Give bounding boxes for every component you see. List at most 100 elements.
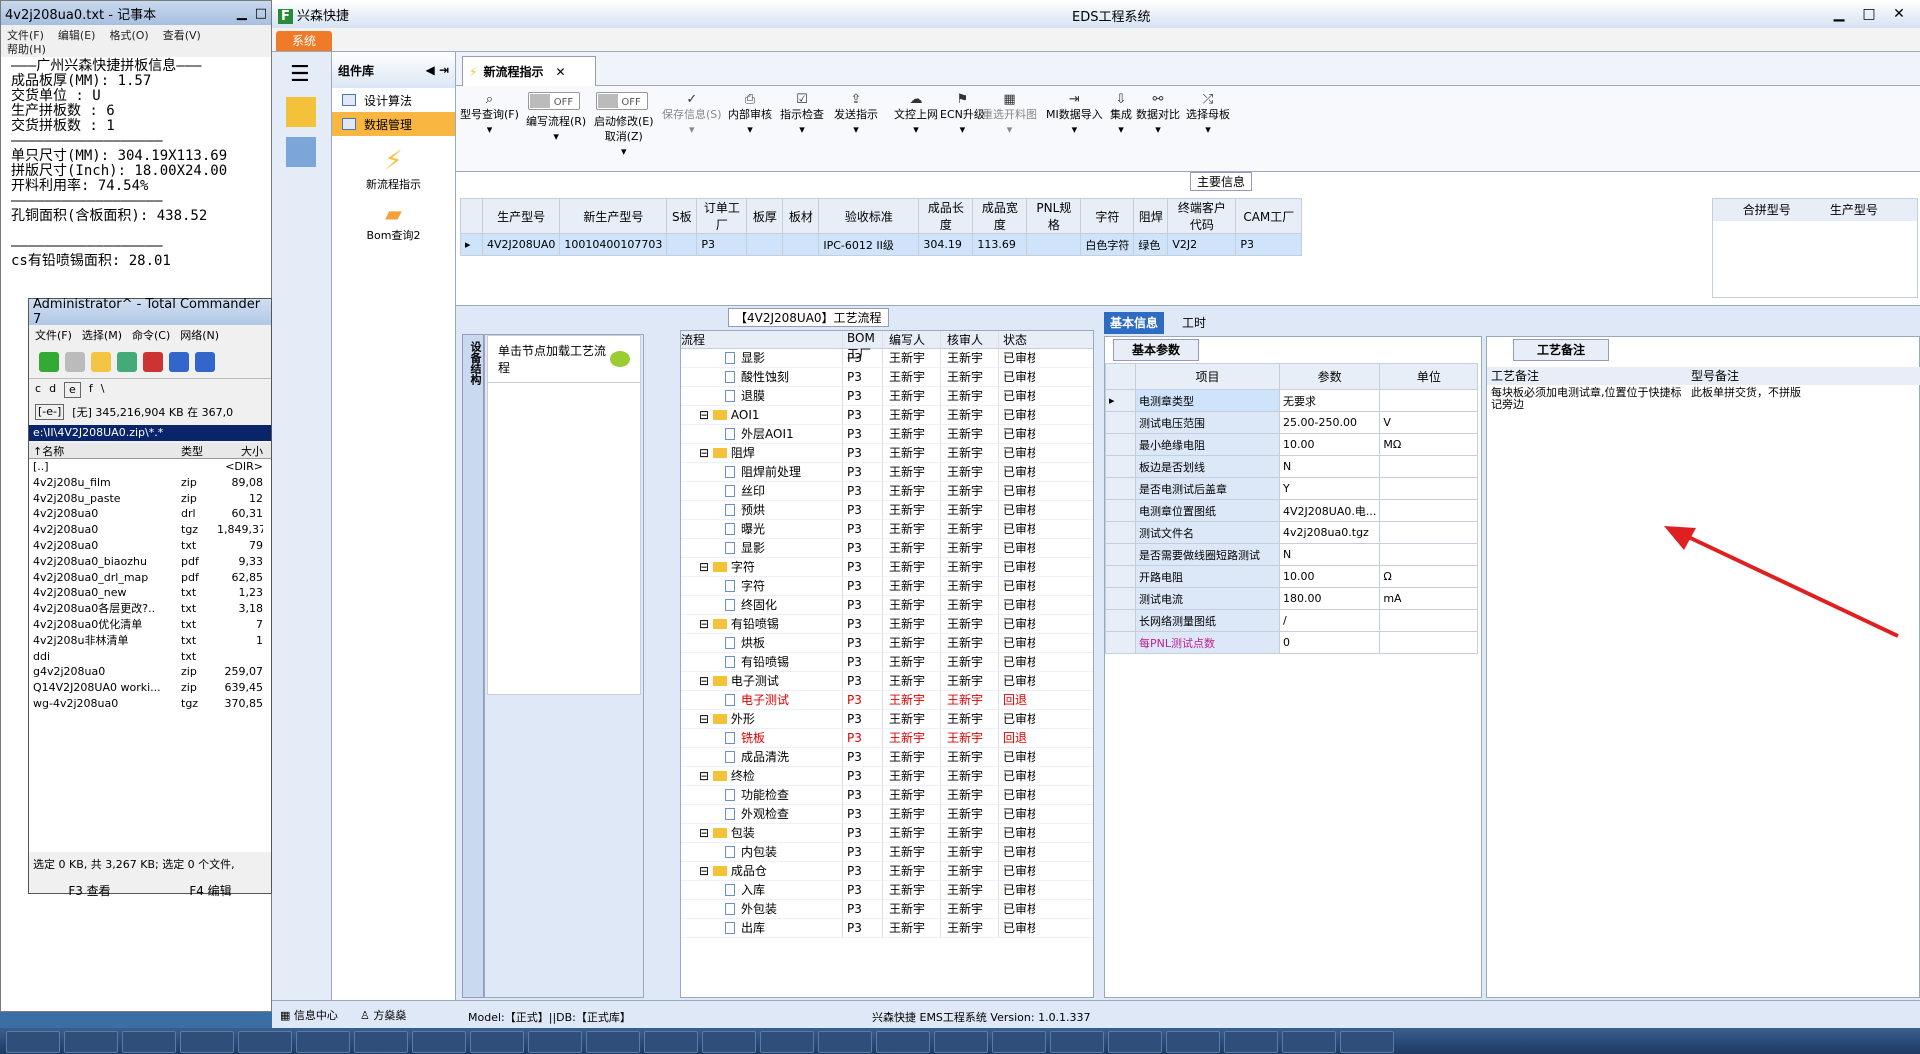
file-row[interactable]: 4v2j208u非林清单 txt 1 (29, 632, 271, 649)
flow-node[interactable]: 酸性蚀刻 (681, 368, 843, 386)
main-cell-9[interactable] (1026, 233, 1082, 256)
main-cell-13[interactable]: P3 (1235, 233, 1303, 256)
flow-row[interactable]: 功能检查 P3 王新宇 王新宇 已审核 (681, 786, 1093, 805)
flow-node[interactable]: ⊟ 有铅喷锡 (681, 615, 843, 633)
param-row[interactable]: 测试电压范围 25.00-250.00 V (1105, 411, 1479, 434)
file-row[interactable]: [..] <DIR> (29, 459, 271, 475)
file-row[interactable]: g4v2j208ua0 zip 259,07 (29, 664, 271, 681)
side-tab-equipment[interactable]: 设备结构 (462, 334, 484, 998)
expand-icon[interactable]: ⊟ (699, 446, 713, 460)
flow-node[interactable]: 成品清洗 (681, 748, 843, 766)
taskbar-app-button[interactable] (876, 1031, 930, 1053)
file-row[interactable]: wg-4v2j208ua0 tgz 370,85 (29, 695, 271, 712)
toolbar-button-1[interactable]: OFF 编写流程(R) ▾ (526, 92, 586, 144)
menu-help[interactable]: 帮助(H) (7, 43, 46, 56)
collapse-icon[interactable]: ◀ ⇥ (426, 63, 449, 77)
main-cell-12[interactable]: V2J2 (1167, 233, 1237, 256)
eds-window[interactable]: F 兴森快捷 EDS工程系统 ▁ □ ✕ 系统 ☰ 组件库 ◀ ⇥ 设计算法 数据管理… (272, 0, 1920, 1054)
flow-node[interactable]: ⊟ AOI1 (681, 406, 843, 424)
file-row[interactable]: 4v2j208u_paste zip 12 (29, 490, 271, 507)
menu-file[interactable]: 文件(F) (7, 29, 44, 42)
param-row[interactable]: 开路电阻 10.00 Ω (1105, 565, 1479, 588)
yx-logo-icon[interactable] (286, 97, 316, 127)
toolbar-button-5[interactable]: ☑ 指示检查 ▾ (780, 92, 824, 137)
maximize-icon[interactable]: □ (1854, 6, 1884, 22)
flow-row[interactable]: ⊟ 包装 P3 王新宇 王新宇 已审核 (681, 824, 1093, 843)
main-col-0[interactable]: 生产型号 (481, 198, 561, 234)
load-flow-hint[interactable]: 单击节点加载工艺流程 (488, 336, 640, 383)
main-col-12[interactable]: 终端客户代码 (1167, 198, 1237, 234)
toolbar-button-7[interactable]: ☁ 文控上网 ▾ (894, 92, 938, 137)
param-row[interactable]: 是否需要做线圈短路测试 N (1105, 543, 1479, 566)
f4-edit-button[interactable]: F4 编辑 (189, 882, 231, 899)
expand-icon[interactable]: ⊟ (699, 864, 713, 878)
col-unit[interactable]: 单位 (1379, 363, 1479, 390)
file-row[interactable]: 4v2j208u_film zip 89,08 (29, 474, 271, 491)
refresh-icon[interactable] (39, 351, 59, 372)
tab-work-hours[interactable]: 工时 (1174, 312, 1214, 334)
menu-format[interactable]: 格式(O) (109, 29, 148, 42)
taskbar-app-button[interactable] (1050, 1031, 1104, 1053)
main-cell-1[interactable]: 10010400107703 (559, 233, 668, 256)
taskbar-app-button[interactable] (702, 1031, 756, 1053)
col-type[interactable]: 类型 (181, 443, 217, 458)
param-row[interactable]: 是否电测试后盖章 Y (1105, 477, 1479, 500)
flow-row[interactable]: 内包装 P3 王新宇 王新宇 已审核 (681, 843, 1093, 862)
param-row[interactable]: 测试文件名 4v2j208ua0.tgz (1105, 521, 1479, 544)
flow-row[interactable]: ⊟ 有铅喷锡 P3 王新宇 王新宇 已审核 (681, 615, 1093, 634)
param-row[interactable]: 长网络测量图纸 / (1105, 609, 1479, 632)
toolbar-button-2[interactable]: OFF 启动修改(E) 取消(Z) ▾ (594, 92, 654, 159)
expand-icon[interactable]: ⊟ (699, 408, 713, 422)
flow-node[interactable]: 终固化 (681, 596, 843, 614)
param-value[interactable]: 无要求 (1278, 389, 1381, 412)
taskbar-app-button[interactable] (992, 1031, 1046, 1053)
minimize-icon[interactable]: ▁ (237, 6, 247, 21)
main-cell-7[interactable]: 304.19 (918, 233, 974, 256)
minimize-icon[interactable]: ▁ (1824, 6, 1854, 22)
dropdown-icon[interactable]: ▾ (982, 122, 1037, 137)
toolbar-button-11[interactable]: ⇩ 集成 ▾ (1110, 92, 1132, 137)
toolbar-button-10[interactable]: ⇥ MI数据导入 ▾ (1046, 92, 1103, 137)
col-reviewer[interactable]: 核审人 (941, 331, 999, 348)
flow-row[interactable]: 显影 P3 王新宇 王新宇 已审核 (681, 539, 1093, 558)
taskbar-app-button[interactable] (470, 1031, 524, 1053)
dropdown-icon[interactable]: ▾ (940, 122, 985, 137)
flow-row[interactable]: 阻焊前处理 P3 王新宇 王新宇 已审核 (681, 463, 1093, 482)
flow-node[interactable]: 出库 (681, 919, 843, 937)
flow-row[interactable]: 曝光 P3 王新宇 王新宇 已审核 (681, 520, 1093, 539)
dropdown-icon[interactable]: ▾ (460, 122, 519, 137)
flow-row[interactable]: 电子测试 P3 王新宇 王新宇 回退 (681, 691, 1093, 710)
flow-node[interactable]: 显影 (681, 539, 843, 557)
tc-menu-command[interactable]: 命令(C) (132, 329, 170, 342)
toolbar-button-8[interactable]: ⚑ ECN升级 ▾ (940, 92, 985, 137)
file-row[interactable]: 4v2j208ua0_drl_map pdf 62,85 (29, 569, 271, 586)
flow-node[interactable]: 外包装 (681, 900, 843, 918)
flow-node[interactable]: ⊟ 终检 (681, 767, 843, 785)
tab-process-remarks[interactable]: 工艺备注 (1513, 339, 1609, 361)
flow-node[interactable]: ⊟ 成品仓 (681, 862, 843, 880)
dropdown-icon[interactable]: ▾ (1186, 122, 1230, 137)
param-row[interactable]: 测试电流 180.00 mA (1105, 587, 1479, 610)
file-row[interactable]: 4v2j208ua0 tgz 1,849,37 (29, 522, 271, 538)
flow-node[interactable]: 预烘 (681, 501, 843, 519)
expand-icon[interactable]: ⊟ (699, 826, 713, 840)
taskbar-app-button[interactable] (644, 1031, 698, 1053)
flow-row[interactable]: ⊟ 成品仓 P3 王新宇 王新宇 已审核 (681, 862, 1093, 881)
calculator-icon[interactable] (286, 137, 316, 167)
dropdown-icon[interactable]: ▾ (526, 129, 586, 144)
flow-node[interactable]: 阻焊前处理 (681, 463, 843, 481)
lib-item-data-management[interactable]: 数据管理 (332, 112, 455, 136)
taskbar-app-button[interactable] (64, 1031, 118, 1053)
taskbar-app-button[interactable] (296, 1031, 350, 1053)
drive-e[interactable]: e (64, 382, 81, 398)
main-cell-6[interactable]: IPC-6012 II级 (818, 233, 920, 256)
flow-row[interactable]: 铣板 P3 王新宇 王新宇 回退 (681, 729, 1093, 748)
file-row[interactable]: 4v2j208ua0 drl 60,31 (29, 506, 271, 523)
col-production-model[interactable]: 生产型号 (1830, 199, 1917, 221)
main-col-11[interactable]: 阻焊 (1133, 198, 1169, 234)
col-item[interactable]: 项目 (1135, 363, 1280, 390)
tab-basic-params[interactable]: 基本参数 (1113, 339, 1199, 361)
lib-item-algorithm[interactable]: 设计算法 (332, 88, 455, 112)
param-value[interactable]: N (1278, 543, 1381, 566)
flow-row[interactable]: 出库 P3 王新宇 王新宇 已审核 (681, 919, 1093, 938)
